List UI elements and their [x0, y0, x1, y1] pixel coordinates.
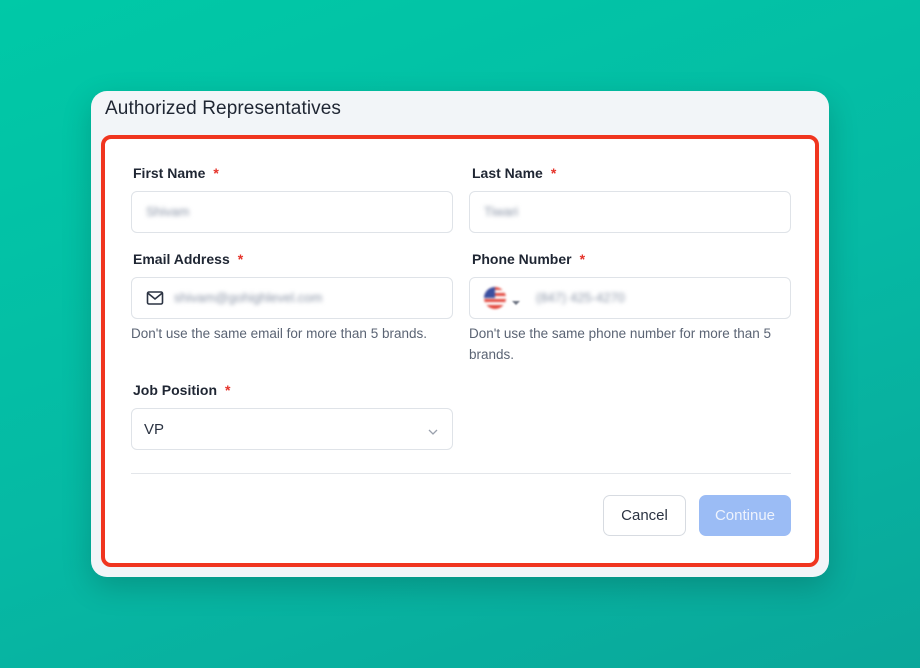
- last-name-label-text: Last Name: [472, 165, 543, 181]
- required-marker: *: [213, 165, 219, 181]
- first-name-label-text: First Name: [133, 165, 206, 181]
- cancel-button[interactable]: Cancel: [603, 495, 686, 536]
- required-marker: *: [579, 251, 586, 267]
- form-panel: First Name * Shivam Last Name * Tiwari Ema…: [101, 135, 819, 567]
- email-input[interactable]: shivam@gohighlevel.com: [131, 277, 453, 319]
- required-marker: *: [550, 165, 557, 181]
- email-label-text: Email Address: [133, 251, 230, 267]
- first-name-label: First Name *: [133, 165, 219, 181]
- job-position-label: Job Position *: [133, 382, 230, 398]
- country-dropdown-chevron-icon[interactable]: [511, 294, 521, 305]
- phone-input[interactable]: (847) 425-4270: [469, 277, 791, 319]
- required-marker: *: [237, 251, 244, 267]
- chevron-down-icon: [428, 424, 438, 435]
- email-hint: Don't use the same email for more than 5…: [131, 326, 427, 341]
- job-position-value: VP: [144, 421, 165, 438]
- last-name-value: Tiwari: [484, 204, 519, 219]
- last-name-label: Last Name *: [472, 165, 556, 181]
- authorized-representatives-dialog: Authorized Representatives First Name * S…: [91, 91, 829, 577]
- us-flag-icon[interactable]: [484, 287, 506, 309]
- phone-label-text: Phone Number: [472, 251, 572, 267]
- email-label: Email Address *: [133, 251, 243, 267]
- required-marker: *: [225, 382, 231, 398]
- phone-hint: Don't use the same phone number for more…: [469, 326, 772, 362]
- first-name-input[interactable]: Shivam: [131, 191, 453, 233]
- last-name-input[interactable]: Tiwari: [469, 191, 791, 233]
- dialog-title: Authorized Representatives: [105, 98, 342, 119]
- first-name-value: Shivam: [146, 204, 190, 219]
- email-value: shivam@gohighlevel.com: [174, 290, 323, 305]
- phone-label: Phone Number *: [472, 251, 585, 267]
- mail-icon: [146, 290, 164, 306]
- continue-button[interactable]: Continue: [699, 495, 791, 536]
- divider: [131, 473, 791, 474]
- job-position-select[interactable]: VP: [131, 408, 453, 450]
- job-position-label-text: Job Position: [133, 382, 217, 398]
- phone-value: (847) 425-4270: [536, 290, 625, 305]
